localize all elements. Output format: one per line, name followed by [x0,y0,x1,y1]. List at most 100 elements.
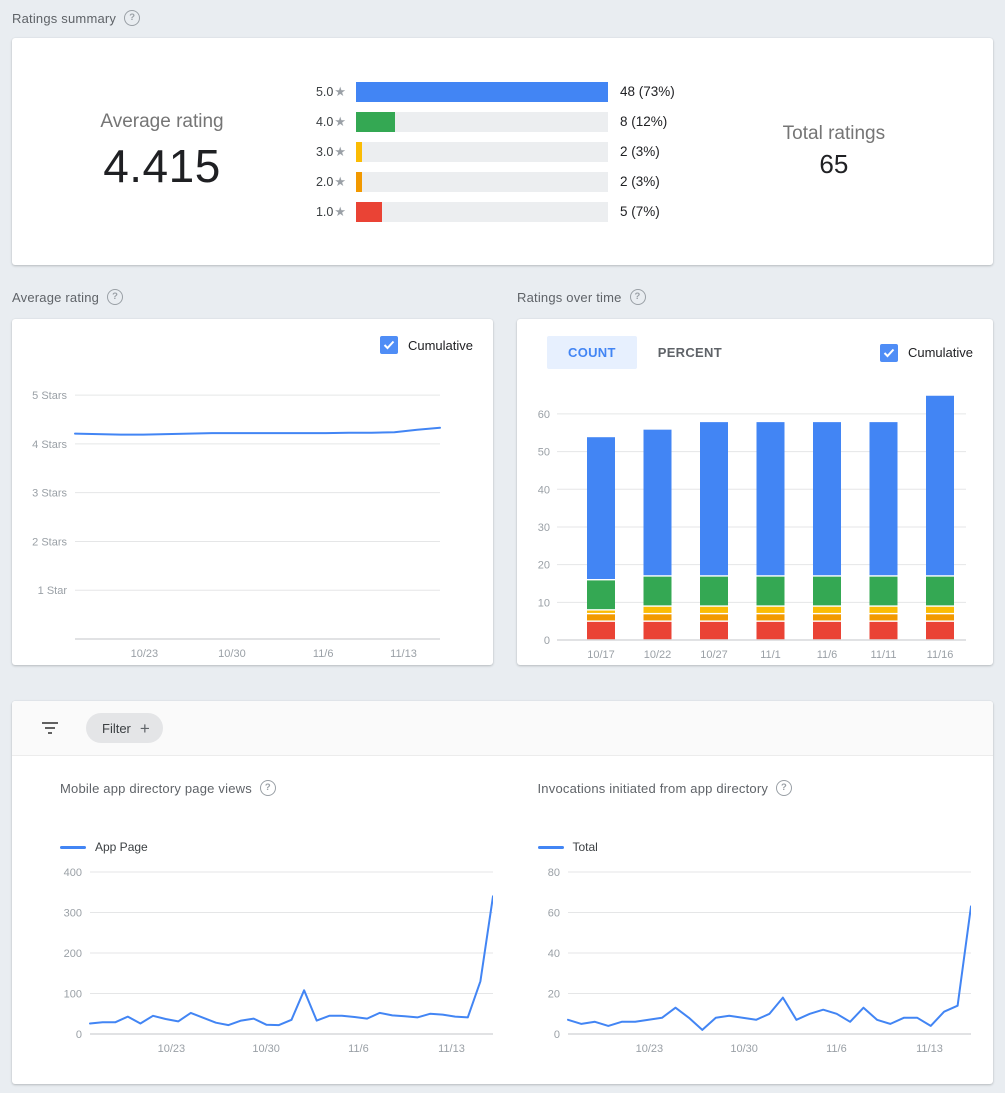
bar-segment-2-star [870,614,898,620]
ratings-over-time-column: Ratings over time ? 010203040506010/1710… [517,275,993,665]
bar-segment-1-star [587,622,615,639]
data-line [75,428,440,435]
star-icon: ★ [334,114,346,129]
cumulative-checkbox[interactable] [380,336,398,354]
cumulative-checkbox[interactable] [880,344,898,362]
bar-segment-3-star [644,607,672,613]
filter-list-icon[interactable] [36,717,64,739]
rating-bar-row: 1.0★ 5 (7%) [312,197,675,227]
filter-chip[interactable]: Filter + [86,713,163,743]
y-axis-label: 0 [544,635,550,647]
x-axis-label: 10/23 [131,648,159,660]
bar-segment-4-star [870,577,898,606]
help-icon[interactable]: ? [776,780,792,796]
bar-segment-4-star [757,577,785,606]
rating-bar-row: 2.0★ 2 (3%) [312,167,675,197]
section-title-text: Mobile app directory page views [60,781,252,796]
y-axis-label: 200 [64,948,82,960]
rating-bar-label: 3.0★ [312,144,346,160]
star-icon: ★ [334,174,346,189]
average-rating-section-title: Average rating ? [12,288,493,306]
average-rating-value: 4.415 [12,139,312,193]
help-icon[interactable]: ? [124,10,140,26]
ratings-distribution: 5.0★48 (73%)4.0★8 (12%)3.0★2 (3%)2.0★2 (… [312,77,675,227]
y-axis-label: 400 [64,867,82,879]
bar-segment-5-star [813,422,841,575]
bar-segment-4-star [813,577,841,606]
bar-segment-2-star [700,614,728,620]
y-axis-label: 2 Stars [32,536,67,548]
rating-bar-fill [356,172,362,192]
rating-bar-label: 5.0★ [312,84,346,100]
rating-bar-value: 2 (3%) [620,144,660,159]
legend-line-swatch [538,846,564,849]
bar-segment-5-star [926,396,954,575]
rating-bar-track [356,142,608,162]
plus-icon: + [140,720,150,737]
y-axis-label: 50 [538,447,550,459]
section-title-text: Ratings over time [517,290,622,305]
section-title-text: Average rating [12,290,99,305]
x-axis-label: 10/30 [730,1043,758,1055]
section-title-text: Invocations initiated from app directory [538,781,769,796]
rating-bar-value: 2 (3%) [620,174,660,189]
bar-segment-3-star [926,607,954,613]
directory-metrics-card: Filter + Mobile app directory page views… [12,701,993,1084]
x-axis-label: 11/11 [871,649,897,661]
legend-label: Total [573,840,598,854]
help-icon[interactable]: ? [260,780,276,796]
x-axis-label: 11/6 [348,1043,369,1055]
charts-row: Average rating ? 5 Stars4 Stars3 Stars2 … [12,275,993,665]
rating-bar-row: 4.0★8 (12%) [312,107,675,137]
y-axis-label: 20 [538,560,550,572]
total-ratings-value: 65 [675,149,993,180]
y-axis-label: 10 [538,597,550,609]
chart-toolbar: Cumulative [12,319,493,354]
total-ratings-label: Total ratings [675,123,993,145]
average-rating-chart-card: 5 Stars4 Stars3 Stars2 Stars1 Star10/231… [12,319,493,665]
count-percent-tabs: COUNT PERCENT [547,336,743,369]
bar-segment-4-star [644,577,672,606]
x-axis-label: 11/1 [760,649,781,661]
rating-bar-label: 1.0★ [312,204,346,220]
bar-segment-2-star [813,614,841,620]
page-views-title-row: Mobile app directory page views ? [60,780,496,796]
x-axis-label: 10/22 [644,649,672,661]
cumulative-toggle: Cumulative [880,344,973,362]
page-views-column: Mobile app directory page views ? App Pa… [48,756,496,1064]
y-axis-label: 60 [538,409,550,421]
page-title-row: Ratings summary ? [12,8,993,28]
bar-segment-1-star [644,622,672,639]
star-icon: ★ [334,204,346,219]
y-axis-label: 0 [553,1029,559,1041]
x-axis-label: 10/30 [252,1043,280,1055]
bar-segment-1-star [757,622,785,639]
ratings-over-time-chart-card: 010203040506010/1710/2210/2711/111/611/1… [517,319,993,665]
bar-segment-5-star [700,422,728,575]
star-icon: ★ [334,84,346,99]
x-axis-label: 11/13 [390,648,417,660]
rating-bar-label: 2.0★ [312,174,346,190]
data-line [568,906,971,1030]
rating-bar-fill [356,142,362,162]
tab-percent[interactable]: PERCENT [637,336,743,369]
x-axis-label: 10/23 [635,1043,663,1055]
y-axis-label: 40 [547,948,559,960]
bar-segment-1-star [926,622,954,639]
bar-segment-3-star [700,607,728,613]
y-axis-label: 60 [547,908,559,920]
bar-segment-1-star [870,622,898,639]
chart-toolbar: COUNT PERCENT Cumulative [517,319,993,369]
bar-segment-2-star [587,614,615,620]
tab-count[interactable]: COUNT [547,336,637,369]
rating-bar-track [356,172,608,192]
help-icon[interactable]: ? [107,289,123,305]
help-icon[interactable]: ? [630,289,646,305]
rating-bar-track [356,202,608,222]
rating-bar-track [356,82,608,102]
ratings-over-time-section-title: Ratings over time ? [517,288,993,306]
rating-bar-value: 5 (7%) [620,204,660,219]
bar-segment-2-star [757,614,785,620]
x-axis-label: 11/6 [817,649,838,661]
filter-chip-label: Filter [102,721,131,736]
